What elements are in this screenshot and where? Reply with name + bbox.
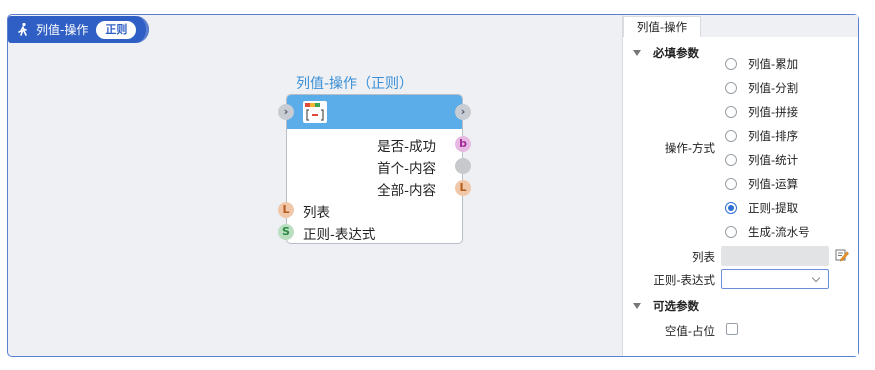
- operation-node[interactable]: › › 是否-成功 b 首个-内容 全部-内容 L L 列表 S 正则-表达式: [278, 94, 471, 244]
- output-label-first: 首个-内容: [377, 161, 436, 177]
- tab-operation[interactable]: 列值-操作: [623, 16, 701, 37]
- walk-icon: [18, 22, 27, 36]
- required-section-title: 必填参数: [653, 46, 699, 60]
- option-stats[interactable]: 列值-统计: [725, 152, 798, 168]
- node-header[interactable]: [287, 95, 462, 129]
- optional-section-title: 可选参数: [653, 299, 699, 313]
- radio-button[interactable]: [725, 106, 737, 118]
- option-label: 列值-排序: [748, 129, 799, 143]
- operation-label: 操作-方式: [664, 141, 715, 155]
- option-label: 列值-运算: [748, 177, 799, 191]
- edit-icon[interactable]: [835, 248, 849, 262]
- properties-panel: 列值-操作 必填参数 操作-方式 列值-累加 列值-分割 列值-拼接 列值-排序…: [622, 15, 858, 356]
- input-flow-port[interactable]: ›: [278, 104, 294, 120]
- chevron-down-icon: [811, 273, 821, 283]
- option-label: 列值-累加: [748, 57, 799, 71]
- node-title: 列值-操作（正则）: [296, 76, 414, 92]
- option-label: 列值-统计: [748, 153, 799, 167]
- regex-node-icon: [303, 101, 327, 123]
- optional-section-header[interactable]: 可选参数: [633, 298, 699, 314]
- option-label: 列值-拼接: [748, 105, 799, 119]
- header-badge: 正则: [96, 20, 137, 39]
- input-port-list[interactable]: L: [278, 202, 294, 218]
- null-placeholder-label: 空值-占位: [664, 324, 715, 338]
- radio-button[interactable]: [725, 178, 737, 190]
- input-port-regex[interactable]: S: [278, 224, 294, 240]
- radio-button[interactable]: [725, 154, 737, 166]
- input-label-regex: 正则-表达式: [303, 227, 376, 243]
- option-serial[interactable]: 生成-流水号: [725, 224, 810, 240]
- output-label-all: 全部-内容: [377, 183, 436, 199]
- null-placeholder-checkbox[interactable]: [726, 323, 738, 335]
- list-field[interactable]: [721, 246, 829, 266]
- radio-button[interactable]: [725, 82, 737, 94]
- output-port-all[interactable]: L: [455, 180, 471, 196]
- collapse-triangle-icon[interactable]: [633, 50, 641, 56]
- option-label: 正则-提取: [748, 201, 799, 215]
- list-label: 列表: [692, 250, 715, 264]
- radio-button[interactable]: [725, 226, 737, 238]
- option-regex-extract[interactable]: 正则-提取: [725, 200, 798, 216]
- regex-label: 正则-表达式: [653, 273, 715, 287]
- regex-select[interactable]: [721, 269, 829, 289]
- option-accumulate[interactable]: 列值-累加: [725, 56, 798, 72]
- collapse-triangle-icon[interactable]: [633, 303, 641, 309]
- header-tag[interactable]: 列值-操作 正则: [8, 16, 149, 43]
- radio-button-selected[interactable]: [725, 202, 737, 214]
- required-section-header[interactable]: 必填参数: [633, 45, 699, 61]
- option-join[interactable]: 列值-拼接: [725, 104, 798, 120]
- output-port-success[interactable]: b: [455, 136, 471, 152]
- output-port-first[interactable]: [455, 158, 471, 174]
- radio-button[interactable]: [725, 58, 737, 70]
- radio-button[interactable]: [725, 130, 737, 142]
- option-compute[interactable]: 列值-运算: [725, 176, 798, 192]
- header-title: 列值-操作: [36, 23, 89, 37]
- panel-tabbar: 列值-操作: [623, 15, 858, 37]
- option-sort[interactable]: 列值-排序: [725, 128, 798, 144]
- option-label: 列值-分割: [748, 81, 799, 95]
- output-flow-port[interactable]: ›: [455, 104, 471, 120]
- option-label: 生成-流水号: [748, 225, 810, 239]
- output-label-success: 是否-成功: [377, 139, 436, 155]
- input-label-list: 列表: [303, 205, 330, 221]
- option-split[interactable]: 列值-分割: [725, 80, 798, 96]
